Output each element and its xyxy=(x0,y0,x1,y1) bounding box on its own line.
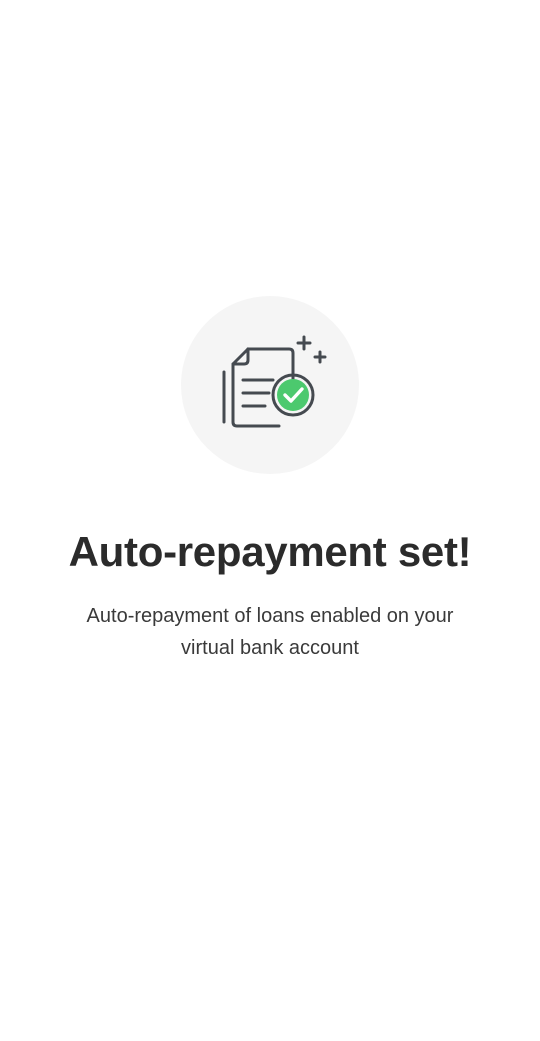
document-check-icon xyxy=(222,335,327,428)
illustration-circle xyxy=(181,296,359,474)
success-message: Auto-repayment of loans enabled on your … xyxy=(86,605,454,659)
success-title: Auto-repayment set! xyxy=(68,528,472,575)
success-screen: Auto-repayment set! Auto-repayment of lo… xyxy=(0,0,540,1041)
